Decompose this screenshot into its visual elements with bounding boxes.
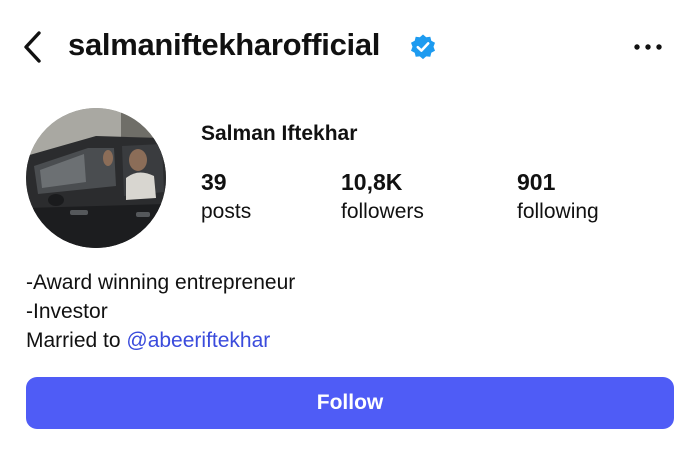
profile-username: salmaniftekharofficial [68,27,381,62]
bio-mention-link[interactable]: @abeeriftekhar [126,329,270,352]
posts-stat[interactable]: 39 posts [201,167,251,227]
profile-header: salmaniftekharofficial [0,0,700,92]
posts-label: posts [201,200,252,223]
more-horizontal-icon [634,44,662,50]
profile-avatar[interactable] [26,108,166,248]
verified-badge-icon [411,34,435,60]
bio-married-prefix: Married to [26,329,121,352]
bio-line: -Investor [26,300,108,323]
profile-full-name: Salman Iftekhar [201,122,358,145]
followers-stat[interactable]: 10,8K followers [341,167,424,227]
profile-page: salmaniftekharofficial Salman Iftekhar 3… [0,0,700,463]
following-stat[interactable]: 901 following [517,167,599,227]
avatar-photo [26,108,166,248]
followers-label: followers [341,200,424,223]
following-count: 901 [517,169,556,195]
more-options-button[interactable] [628,30,668,64]
chevron-left-icon [24,31,41,63]
back-button[interactable] [18,28,46,66]
following-label: following [517,200,599,223]
posts-count: 39 [201,169,227,195]
followers-count: 10,8K [341,169,403,195]
bio-married-line: Married to @abeeriftekhar [26,326,666,355]
bio-line: -Award winning entrepreneur [26,271,296,294]
follow-button[interactable]: Follow [26,377,674,429]
profile-bio: -Award winning entrepreneur -Investor Ma… [26,268,666,355]
